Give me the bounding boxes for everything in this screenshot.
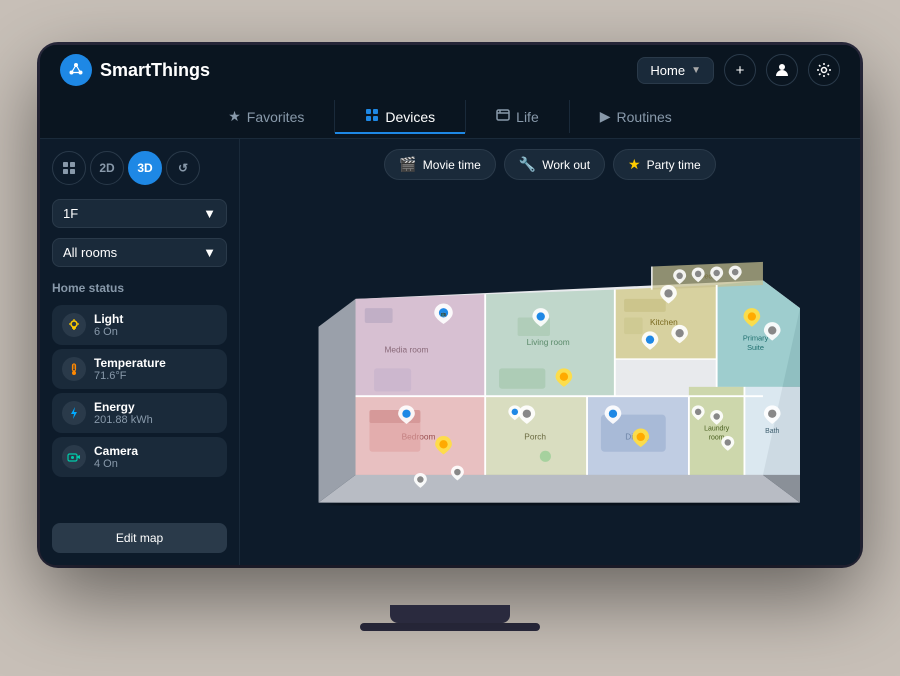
history-btn[interactable]: ↺ xyxy=(166,151,200,185)
tab-life-label: Life xyxy=(516,109,539,125)
home-status-heading: Home status xyxy=(52,281,227,295)
floor-value: 1F xyxy=(63,206,78,221)
svg-text:Living room: Living room xyxy=(527,337,570,347)
light-icon xyxy=(62,313,86,337)
movie-icon: 🎬 xyxy=(399,156,416,173)
camera-name: Camera xyxy=(94,444,138,458)
light-name: Light xyxy=(94,312,123,326)
room-dropdown-arrow: ▼ xyxy=(203,245,216,260)
floorplan-svg: Media room Living room Kitchen Primary S… xyxy=(300,223,800,523)
svg-text:Laundry: Laundry xyxy=(704,425,730,432)
tv-stand xyxy=(390,605,510,623)
svg-text:Kitchen: Kitchen xyxy=(650,316,678,326)
party-time-btn[interactable]: ★ Party time xyxy=(613,149,716,180)
camera-info: Camera 4 On xyxy=(94,444,138,470)
party-icon: ★ xyxy=(628,156,641,173)
movie-time-btn[interactable]: 🎬 Movie time xyxy=(384,149,495,180)
tab-routines-label: Routines xyxy=(617,109,672,125)
workout-label: Work out xyxy=(542,158,590,172)
svg-text:Suite: Suite xyxy=(747,342,764,351)
movie-label: Movie time xyxy=(423,158,481,172)
floor-selector[interactable]: 1F ▼ xyxy=(52,199,227,228)
favorites-icon: ★ xyxy=(228,108,241,125)
tab-favorites[interactable]: ★ Favorites xyxy=(198,100,335,133)
profile-button[interactable] xyxy=(766,54,798,86)
status-temperature[interactable]: Temperature 71.6°F xyxy=(52,349,227,389)
room-value: All rooms xyxy=(63,245,117,260)
tab-favorites-label: Favorites xyxy=(247,109,305,125)
scene-buttons: 🎬 Movie time 🔧 Work out ★ Party time xyxy=(384,149,715,180)
camera-icon xyxy=(62,445,86,469)
logo-area: SmartThings xyxy=(60,54,210,86)
main-content: 2D 3D ↺ 1F ▼ All rooms ▼ xyxy=(40,139,860,565)
camera-value: 4 On xyxy=(94,458,138,470)
tab-devices[interactable]: Devices xyxy=(335,100,466,133)
floorplan-container: Media room Living room Kitchen Primary S… xyxy=(250,190,850,555)
floor-dropdown-arrow: ▼ xyxy=(203,206,216,221)
3d-label: 3D xyxy=(137,161,152,175)
top-right-controls: Home ▼ + xyxy=(637,54,840,86)
workout-icon: 🔧 xyxy=(519,156,536,173)
status-energy[interactable]: Energy 201.88 kWh xyxy=(52,393,227,433)
home-dropdown-arrow: ▼ xyxy=(691,65,701,76)
temp-value: 71.6°F xyxy=(94,370,166,382)
status-camera[interactable]: Camera 4 On xyxy=(52,437,227,477)
devices-icon xyxy=(365,108,379,125)
status-light[interactable]: Light 6 On xyxy=(52,305,227,345)
light-info: Light 6 On xyxy=(94,312,123,338)
2d-view-btn[interactable]: 2D xyxy=(90,151,124,185)
map-area: 🎬 Movie time 🔧 Work out ★ Party time xyxy=(240,139,860,565)
routines-icon: ▶ xyxy=(600,108,611,125)
party-label: Party time xyxy=(647,158,701,172)
room-selector[interactable]: All rooms ▼ xyxy=(52,238,227,267)
tv-frame: SmartThings Home ▼ + xyxy=(40,45,860,565)
energy-icon xyxy=(62,401,86,425)
3d-view-btn[interactable]: 3D xyxy=(128,151,162,185)
life-icon xyxy=(496,108,510,125)
workout-btn[interactable]: 🔧 Work out xyxy=(504,149,605,180)
home-selector[interactable]: Home ▼ xyxy=(637,57,714,84)
svg-text:Porch: Porch xyxy=(524,431,546,441)
temp-name: Temperature xyxy=(94,356,166,370)
svg-text:Primary: Primary xyxy=(743,333,769,342)
status-items: Light 6 On xyxy=(52,305,227,477)
grid-view-btn[interactable] xyxy=(52,151,86,185)
sidebar: 2D 3D ↺ 1F ▼ All rooms ▼ xyxy=(40,139,240,565)
energy-name: Energy xyxy=(94,400,153,414)
light-value: 6 On xyxy=(94,326,123,338)
edit-map-button[interactable]: Edit map xyxy=(52,523,227,553)
smartthings-ui: SmartThings Home ▼ + xyxy=(40,45,860,565)
energy-info: Energy 201.88 kWh xyxy=(94,400,153,426)
app-name: SmartThings xyxy=(100,60,210,81)
energy-value: 201.88 kWh xyxy=(94,414,153,426)
tab-devices-label: Devices xyxy=(385,109,435,125)
settings-button[interactable] xyxy=(808,54,840,86)
smartthings-logo-icon xyxy=(60,54,92,86)
temp-icon xyxy=(62,357,86,381)
nav-tabs: ★ Favorites Devices xyxy=(40,95,860,139)
top-bar: SmartThings Home ▼ + xyxy=(40,45,860,95)
temp-info: Temperature 71.6°F xyxy=(94,356,166,382)
tab-routines[interactable]: ▶ Routines xyxy=(570,100,702,133)
view-controls: 2D 3D ↺ xyxy=(52,151,227,185)
add-button[interactable]: + xyxy=(724,54,756,86)
svg-text:Media room: Media room xyxy=(384,344,428,354)
2d-label: 2D xyxy=(99,161,114,175)
svg-text:Bath: Bath xyxy=(765,428,779,435)
home-label: Home xyxy=(650,63,685,78)
tab-life[interactable]: Life xyxy=(466,100,570,133)
tv-base xyxy=(360,623,540,631)
